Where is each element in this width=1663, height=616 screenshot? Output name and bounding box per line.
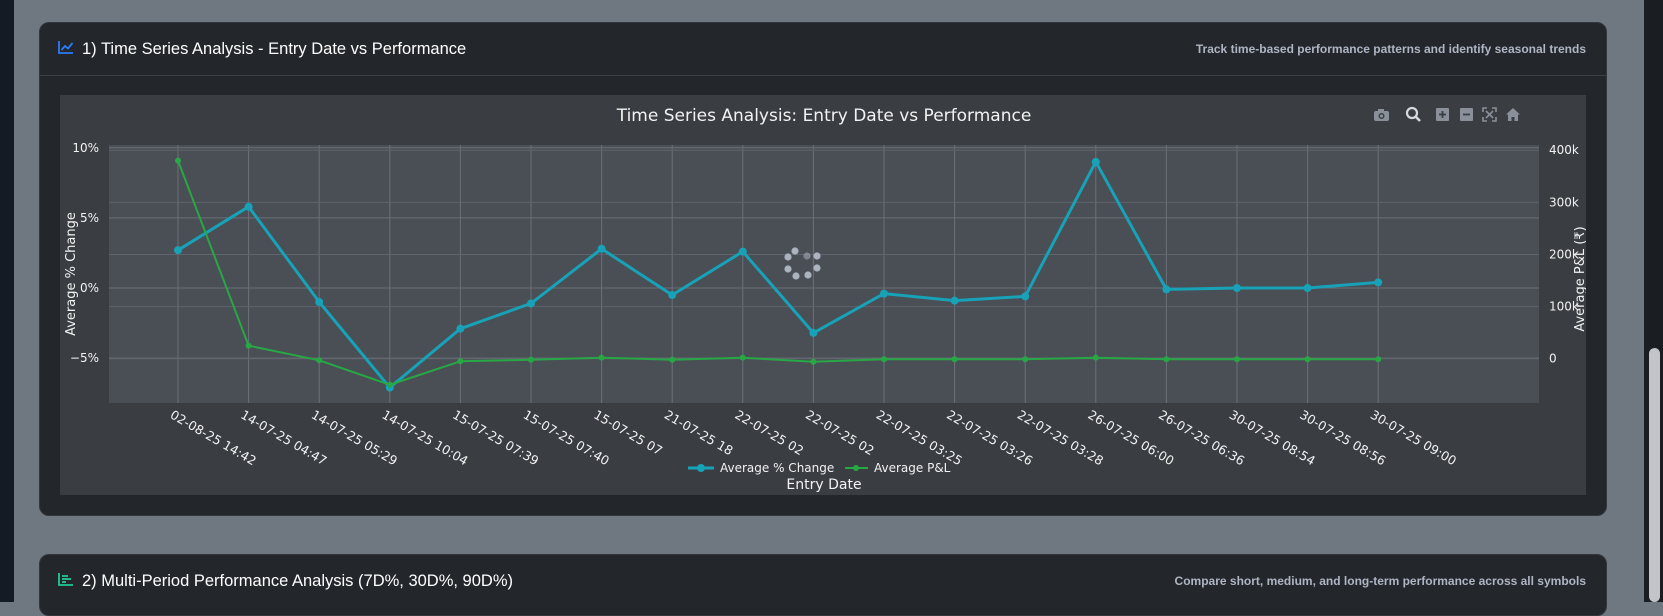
data-point-pct-change[interactable] [1021, 292, 1030, 301]
data-point-pct-change[interactable] [315, 298, 324, 307]
line-chart-icon [58, 40, 74, 59]
data-point-pnl[interactable] [669, 356, 676, 363]
y2-tick-label: 0 [1549, 352, 1557, 366]
data-point-pct-change[interactable] [1374, 278, 1383, 287]
panel-subtitle: Compare short, medium, and long-term per… [1174, 574, 1586, 588]
data-point-pnl[interactable] [245, 342, 252, 349]
data-point-pnl[interactable] [1022, 356, 1029, 363]
y-tick-label: 5% [80, 211, 99, 225]
data-point-pct-change[interactable] [738, 247, 747, 256]
panel-subtitle: Track time-based performance patterns an… [1195, 42, 1586, 56]
panel-time-series: 1) Time Series Analysis - Entry Date vs … [39, 22, 1607, 516]
data-point-pct-change[interactable] [950, 296, 959, 305]
y-tick-label: 10% [72, 141, 99, 155]
data-point-pnl[interactable] [951, 356, 958, 363]
panel-multi-period: 2) Multi-Period Performance Analysis (7D… [39, 554, 1607, 616]
data-point-pct-change[interactable] [174, 246, 182, 255]
chart-legend: Average % Change Average P&L [688, 461, 951, 475]
data-point-pnl[interactable] [457, 358, 464, 365]
panel-title: 2) Multi-Period Performance Analysis (7D… [82, 571, 513, 590]
data-point-pnl[interactable] [1234, 356, 1240, 363]
legend-marker-pnl [853, 465, 859, 471]
data-point-pct-change[interactable] [1303, 284, 1312, 293]
y-tick-label: −5% [70, 351, 99, 365]
data-point-pnl[interactable] [1375, 356, 1382, 363]
chart-title: Time Series Analysis: Entry Date vs Perf… [616, 106, 1032, 126]
y2-tick-label: 300k [1549, 195, 1579, 209]
y-axis-label: Average % Change [64, 212, 79, 336]
data-point-pnl[interactable] [1163, 356, 1170, 363]
time-series-chart: 10%5%0%−5% 400k300k200k100k0 02-08-25 14… [60, 95, 1588, 495]
legend-label-pnl: Average P&L [874, 461, 951, 475]
data-point-pct-change[interactable] [1091, 157, 1100, 166]
data-point-pct-change[interactable] [1162, 285, 1171, 294]
zoom-out-icon[interactable] [1460, 108, 1473, 121]
panel-title-group: 1) Time Series Analysis - Entry Date vs … [58, 40, 466, 59]
zoom-in-icon[interactable] [1436, 108, 1449, 121]
plot-container[interactable]: 10% 5% 0% −5% 400k 300k 200k 100k 0 02-08-25 14… [60, 95, 1588, 495]
data-point-pnl[interactable] [175, 157, 181, 164]
panel-header: 2) Multi-Period Performance Analysis (7D… [40, 555, 1606, 607]
scrollbar-thumb[interactable] [1649, 348, 1660, 602]
data-point-pct-change[interactable] [1233, 284, 1241, 293]
data-point-pct-change[interactable] [527, 299, 535, 308]
panel-header: 1) Time Series Analysis - Entry Date vs … [40, 23, 1606, 76]
plot-area [109, 145, 1539, 403]
data-point-pnl[interactable] [598, 354, 605, 361]
data-point-pct-change[interactable] [668, 291, 677, 300]
legend-label-pct: Average % Change [720, 461, 834, 475]
data-point-pnl[interactable] [386, 381, 393, 388]
data-point-pnl[interactable] [881, 356, 887, 363]
y2-tick-label: 400k [1549, 143, 1579, 157]
data-point-pct-change[interactable] [597, 244, 606, 253]
data-point-pct-change[interactable] [244, 202, 253, 211]
bar-chart-icon [58, 572, 74, 591]
y2-axis-label: Average P&L (₹) [1573, 226, 1586, 331]
data-point-pnl[interactable] [1304, 356, 1311, 363]
page-scrollbar[interactable] [1644, 0, 1663, 602]
panel-title-group: 2) Multi-Period Performance Analysis (7D… [58, 572, 513, 591]
panel-title: 1) Time Series Analysis - Entry Date vs … [82, 39, 467, 58]
data-point-pct-change[interactable] [456, 324, 465, 333]
data-point-pct-change[interactable] [880, 289, 888, 298]
x-axis-label: Entry Date [786, 477, 861, 493]
data-point-pct-change[interactable] [809, 328, 818, 337]
data-point-pnl[interactable] [739, 354, 746, 361]
page-left-gutter [0, 0, 14, 602]
data-point-pnl[interactable] [316, 357, 323, 364]
data-point-pnl[interactable] [810, 358, 817, 365]
y-tick-label: 0% [80, 281, 99, 295]
data-point-pnl[interactable] [1092, 354, 1099, 361]
legend-marker-pct [697, 464, 705, 472]
data-point-pnl[interactable] [528, 356, 534, 363]
